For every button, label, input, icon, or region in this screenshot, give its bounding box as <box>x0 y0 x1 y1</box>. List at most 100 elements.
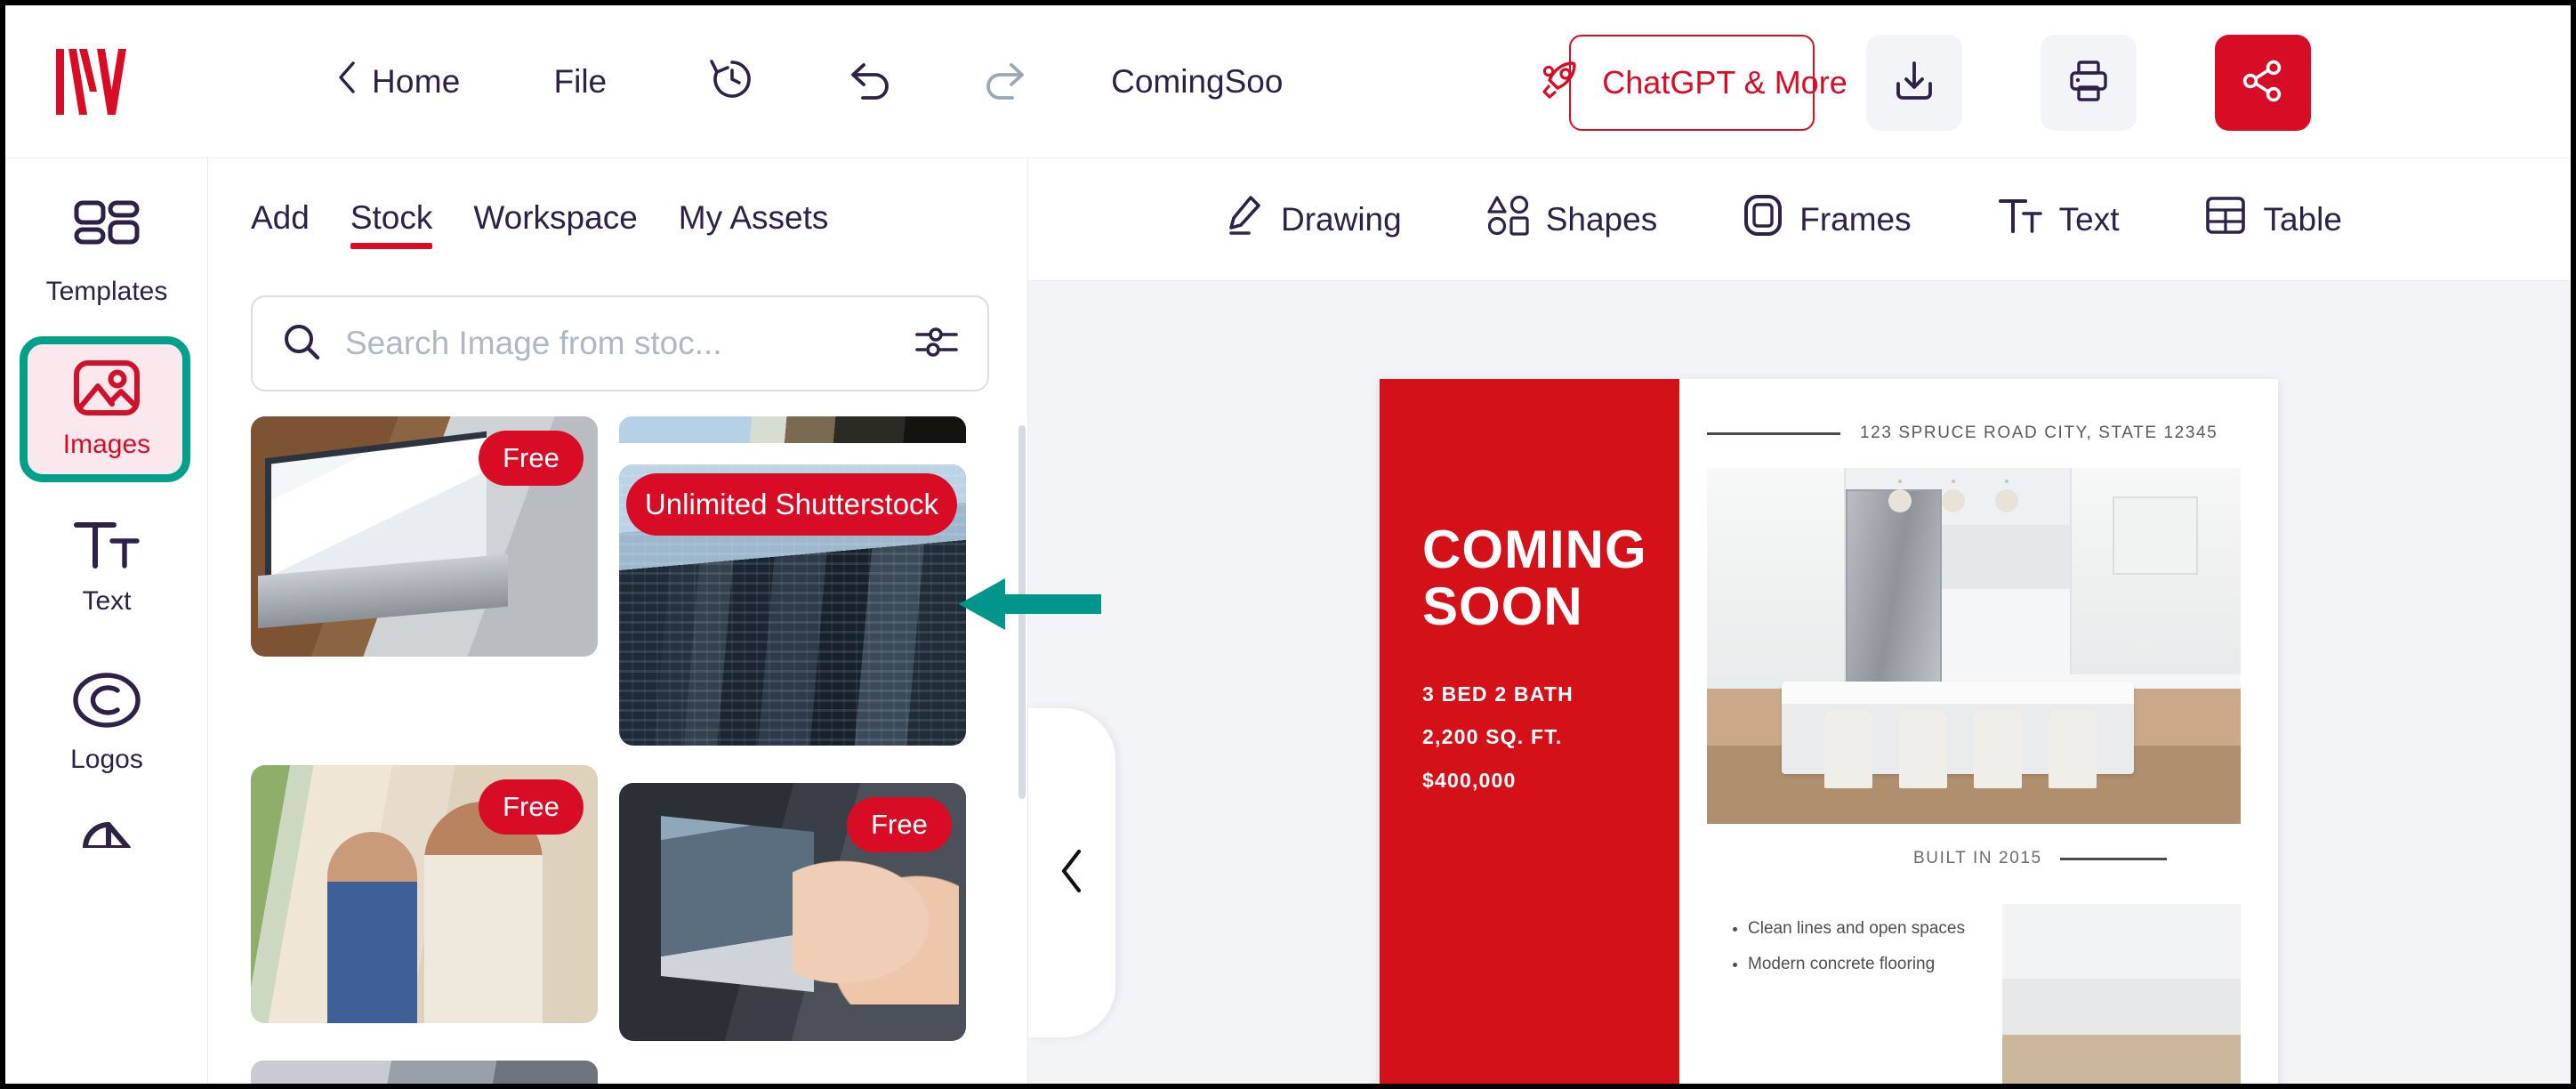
thumbnail-image <box>619 416 966 443</box>
undo-icon <box>843 53 895 109</box>
badge-label: Free <box>871 809 928 840</box>
list-item: Clean lines and open spaces <box>1748 911 1965 947</box>
search-input[interactable]: Search Image from stoc... <box>345 325 891 362</box>
image-icon <box>73 359 141 421</box>
tab-label: Workspace <box>473 199 638 236</box>
share-icon <box>2239 57 2287 109</box>
sidebar-item-label: Templates <box>45 276 168 306</box>
divider-line <box>2059 857 2167 860</box>
tool-frames[interactable]: Frames <box>1743 193 1912 246</box>
redo-button[interactable] <box>974 50 1038 114</box>
badge-label: Free <box>503 442 559 473</box>
download-button[interactable] <box>1866 35 1962 131</box>
sidebar-item-label: Images <box>62 429 151 459</box>
sidebar-item-logos[interactable]: Logos <box>5 644 208 801</box>
stock-result-card-partial[interactable] <box>619 416 966 443</box>
spec-sqft: 2,200 SQ. FT. <box>1422 725 1563 749</box>
canvas-area[interactable]: COMING SOON 3 BED 2 BATH 2,200 SQ. FT. $… <box>1028 281 2571 1084</box>
tool-drawing[interactable]: Drawing <box>1226 193 1402 246</box>
sidebar-item-images[interactable]: Images <box>5 331 208 488</box>
stock-result-card-partial[interactable] <box>251 1061 598 1084</box>
download-icon <box>1890 57 1938 109</box>
tool-text[interactable]: Text <box>1997 194 2119 245</box>
sidebar-item-shapes-partial[interactable] <box>5 801 208 854</box>
chatgpt-and-more-button[interactable]: ChatGPT & More <box>1542 35 1847 131</box>
stock-results-grid: Free Unlimited Shutterstock Free Free <box>251 416 998 1084</box>
undo-button[interactable] <box>837 50 901 114</box>
sidebar-item-label: Text <box>82 585 132 616</box>
thumbnail-image <box>251 1061 598 1084</box>
headline-line-2: SOON <box>1422 576 1583 636</box>
tool-shapes[interactable]: Shapes <box>1487 194 1657 245</box>
print-button[interactable] <box>2041 35 2137 131</box>
top-bar: Home File ComingSoo <box>5 5 2571 158</box>
tab-label: Stock <box>350 199 433 236</box>
collapse-panel-button[interactable] <box>1028 708 1115 1037</box>
print-icon <box>2065 57 2113 109</box>
badge-label: Unlimited Shutterstock <box>644 488 939 520</box>
page-built-row[interactable]: BUILT IN 2015 <box>1913 849 2167 868</box>
page-address: 123 SPRUCE ROAD CITY, STATE 12345 <box>1860 424 2218 442</box>
tool-label: Table <box>2263 200 2342 238</box>
filter-sliders-icon[interactable] <box>914 322 959 366</box>
page-specs[interactable]: 3 BED 2 BATH 2,200 SQ. FT. $400,000 <box>1422 673 1574 802</box>
headline-line-1: COMING <box>1422 520 1647 579</box>
tool-label: Drawing <box>1281 200 1402 238</box>
table-grid-icon <box>2204 195 2247 244</box>
divider-line <box>1707 432 1840 435</box>
shapes-partial-icon <box>71 803 142 852</box>
badge-label: Free <box>503 791 559 822</box>
spec-beds-baths: 3 BED 2 BATH <box>1422 682 1574 706</box>
pen-icon <box>1226 193 1265 246</box>
sidebar-item-label: Logos <box>70 744 143 774</box>
app-window: Home File ComingSoo ChatGPT & More Templ… <box>0 0 2576 1089</box>
share-button[interactable] <box>2215 35 2311 131</box>
page-built-label: BUILT IN 2015 <box>1913 849 2042 867</box>
copyright-c-icon <box>71 671 142 734</box>
kw-logo[interactable] <box>50 45 132 118</box>
chatgpt-label: ChatGPT & More <box>1602 64 1847 101</box>
sidebar-item-templates[interactable]: Templates <box>5 174 208 331</box>
tab-my-assets[interactable]: My Assets <box>679 199 829 249</box>
tool-table[interactable]: Table <box>2204 195 2342 244</box>
tab-label: My Assets <box>678 199 829 236</box>
file-menu-button[interactable]: File <box>554 63 608 101</box>
editor-toolbar: Drawing Shapes Frames Text Table <box>1028 158 2571 281</box>
shapes-icon <box>1487 194 1530 245</box>
history-button[interactable] <box>700 50 764 114</box>
tab-stock[interactable]: Stock <box>350 199 433 249</box>
templates-grid-icon <box>73 199 141 266</box>
document-name-label: ComingSoo <box>1111 62 1284 100</box>
page-address-row[interactable]: 123 SPRUCE ROAD CITY, STATE 12345 <box>1707 424 2241 443</box>
stock-result-card[interactable]: Free <box>619 783 966 1041</box>
annotation-arrow <box>959 575 1101 633</box>
page-secondary-photo[interactable] <box>2002 904 2241 1084</box>
panel-tab-bar: Add Stock Workspace My Assets <box>209 158 1027 249</box>
tab-workspace[interactable]: Workspace <box>473 199 637 249</box>
home-button[interactable]: Home <box>336 60 461 103</box>
tab-add[interactable]: Add <box>251 199 310 249</box>
page-features-list[interactable]: Clean lines and open spaces Modern concr… <box>1728 911 1965 982</box>
stock-result-card[interactable]: Free <box>251 416 598 657</box>
free-badge: Free <box>479 431 584 486</box>
design-page[interactable]: COMING SOON 3 BED 2 BATH 2,200 SQ. FT. $… <box>1380 379 2278 1084</box>
stock-result-card[interactable]: Free <box>251 765 598 1023</box>
chevron-left-icon <box>1057 847 1087 899</box>
page-kitchen-photo[interactable] <box>1707 468 2241 824</box>
tab-label: Add <box>251 199 310 236</box>
frame-icon <box>1743 193 1783 246</box>
spec-price: $400,000 <box>1422 768 1517 792</box>
search-icon <box>281 321 322 367</box>
sidebar-item-text[interactable]: Text <box>5 488 208 644</box>
stock-result-card[interactable]: Unlimited Shutterstock <box>619 464 966 746</box>
search-bar[interactable]: Search Image from stoc... <box>251 295 989 391</box>
document-name[interactable]: ComingSoo <box>1111 63 1298 101</box>
free-badge: Free <box>479 779 584 835</box>
shutterstock-badge: Unlimited Shutterstock <box>626 473 957 536</box>
text-tt-icon <box>71 516 142 576</box>
left-rail: Templates Images Text Logos <box>5 158 208 1084</box>
list-item: Modern concrete flooring <box>1748 947 1965 982</box>
text-tt-icon <box>1997 194 2043 245</box>
page-headline[interactable]: COMING SOON <box>1422 521 1647 634</box>
tool-label: Frames <box>1799 200 1912 238</box>
